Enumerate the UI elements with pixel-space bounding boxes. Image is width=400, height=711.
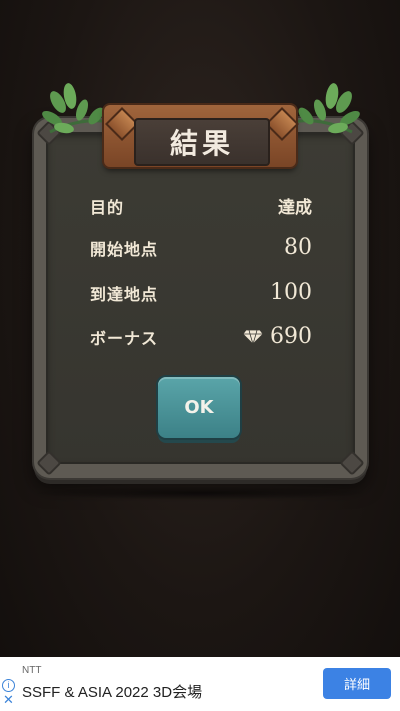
- ad-details-button-label: 詳細: [343, 677, 370, 692]
- row-label: ボーナス: [90, 328, 159, 348]
- dialog-title: 結果: [134, 118, 270, 166]
- result-row-bonus: ボーナス 690: [90, 324, 312, 349]
- bonus-value: 690: [270, 324, 312, 349]
- ad-sponsor: NTT: [22, 665, 42, 676]
- panel-shadow: [28, 486, 372, 500]
- row-label: 目的: [90, 197, 125, 217]
- result-row-reached-point: 到達地点 100: [90, 280, 312, 305]
- row-value: 達成: [278, 198, 312, 218]
- bonus-value-group: 690: [242, 324, 312, 349]
- diamond-icon: [242, 329, 264, 345]
- row-value: 80: [284, 235, 312, 260]
- row-value: 100: [270, 280, 312, 305]
- ad-details-button[interactable]: 詳細: [323, 668, 391, 699]
- row-label: 開始地点: [90, 239, 159, 259]
- ok-button[interactable]: OK: [158, 377, 240, 438]
- info-icon[interactable]: i: [2, 679, 15, 692]
- row-label: 到達地点: [90, 284, 159, 304]
- close-icon[interactable]: ✕: [3, 693, 14, 707]
- result-row-start-point: 開始地点 80: [90, 235, 312, 260]
- ad-title[interactable]: SSFF & ASIA 2022 3D会場: [22, 681, 202, 702]
- ok-button-label: OK: [184, 397, 214, 418]
- result-row-objective: 目的 達成: [90, 193, 312, 219]
